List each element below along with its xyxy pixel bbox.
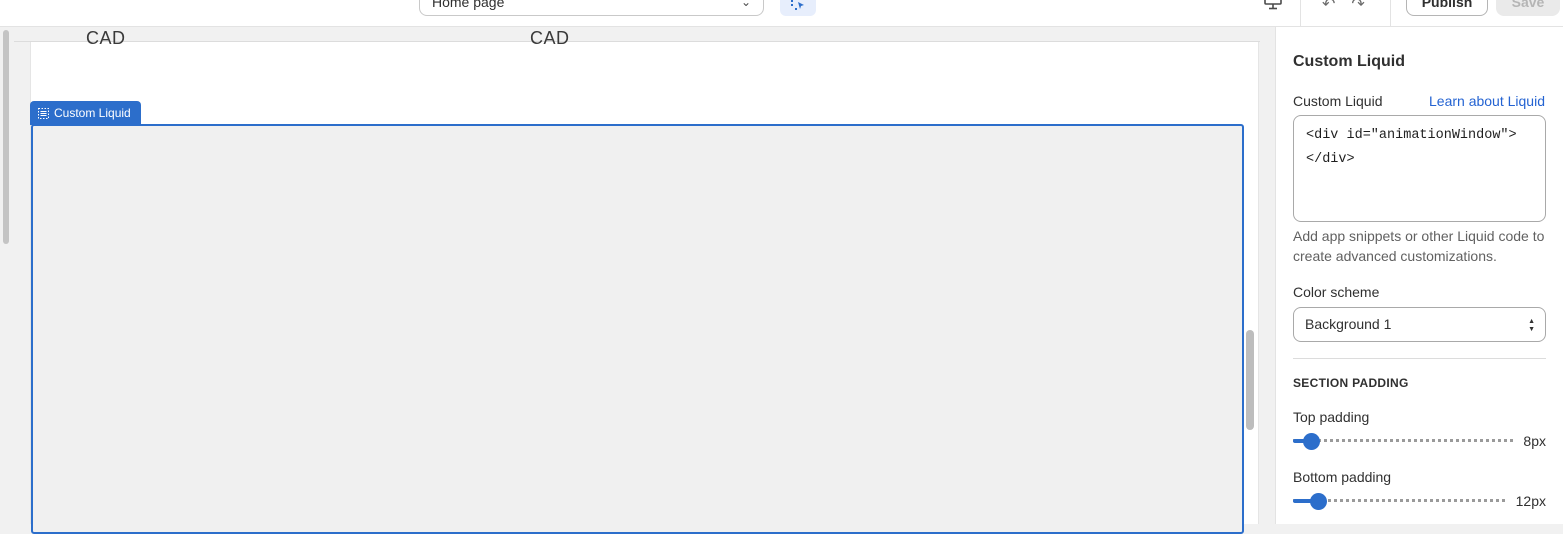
inspector-button[interactable] — [780, 0, 816, 16]
inspector-icon — [791, 0, 804, 10]
section-tag[interactable]: Custom Liquid — [30, 101, 141, 125]
top-padding-track — [1293, 439, 1513, 443]
toolbar-divider — [1300, 0, 1301, 27]
custom-liquid-code-field[interactable]: <div id="animationWindow"> </div> — [1293, 115, 1546, 222]
top-padding-label: Top padding — [1293, 409, 1370, 425]
panel-divider — [1293, 358, 1546, 359]
preview-scrollbar[interactable] — [1246, 330, 1254, 430]
price-currency-right: CAD — [530, 28, 570, 48]
save-button[interactable]: Save — [1496, 0, 1560, 16]
bottom-padding-value: 12px — [1515, 493, 1546, 509]
redo-icon[interactable]: ↷ — [1351, 0, 1364, 13]
preview-divider — [14, 41, 1260, 42]
toolbar-divider — [1390, 0, 1391, 27]
page-select-value: Home page — [432, 0, 505, 10]
section-padding-heading: SECTION PADDING — [1293, 376, 1409, 390]
color-scheme-select[interactable]: Background 1 ▲ ▼ — [1293, 307, 1546, 342]
color-scheme-label: Color scheme — [1293, 284, 1380, 300]
left-scrollbar[interactable] — [3, 30, 9, 244]
undo-icon[interactable]: ↶ — [1322, 0, 1335, 13]
select-arrows-icon: ▲ ▼ — [1528, 318, 1535, 333]
settings-panel: Custom Liquid Custom Liquid Learn about … — [1275, 27, 1563, 524]
publish-button[interactable]: Publish — [1406, 0, 1488, 16]
learn-about-liquid-link[interactable]: Learn about Liquid — [1429, 93, 1545, 109]
section-grid-icon — [38, 107, 49, 119]
custom-liquid-label: Custom Liquid — [1293, 93, 1383, 109]
chevron-down-icon: ⌄ — [740, 0, 751, 9]
panel-title: Custom Liquid — [1293, 53, 1405, 70]
price-currency-left: CAD — [86, 28, 126, 48]
top-padding-value: 8px — [1523, 433, 1546, 449]
custom-liquid-section[interactable] — [31, 124, 1244, 534]
top-bar: Home page ⌄ ↶ ↷ Publish Save — [0, 0, 1563, 27]
bottom-padding-label: Bottom padding — [1293, 469, 1392, 485]
top-padding-thumb[interactable] — [1302, 433, 1320, 450]
color-scheme-value: Background 1 — [1305, 316, 1392, 332]
help-text: Add app snippets or other Liquid code to… — [1293, 228, 1545, 264]
desktop-monitor-icon[interactable] — [1262, 0, 1284, 10]
undo-redo-group: ↶ ↷ — [1322, 0, 1370, 13]
section-tag-label: Custom Liquid — [54, 106, 131, 120]
page-select[interactable]: Home page ⌄ — [419, 0, 764, 16]
bottom-padding-thumb[interactable] — [1310, 493, 1328, 510]
